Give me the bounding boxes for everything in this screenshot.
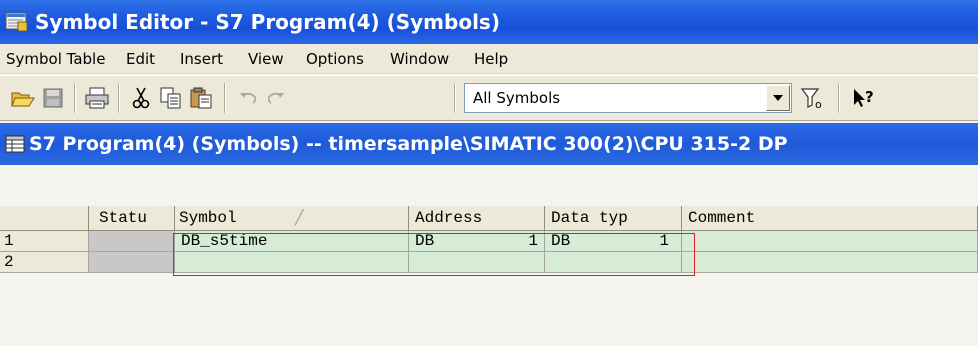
status-cell bbox=[89, 252, 175, 273]
undo-button[interactable] bbox=[236, 85, 262, 111]
filter-button[interactable]: o bbox=[800, 85, 826, 111]
row-header[interactable]: 2 bbox=[0, 252, 89, 273]
toolbar-separator bbox=[74, 83, 76, 113]
save-icon bbox=[43, 88, 63, 108]
copy-button[interactable] bbox=[158, 85, 184, 111]
menu-symbol-table[interactable]: Symbol Table bbox=[6, 44, 105, 74]
menu-bar: Symbol Table Edit Insert View Options Wi… bbox=[0, 44, 978, 74]
copy-icon bbox=[160, 87, 181, 109]
menu-insert[interactable]: Insert bbox=[180, 44, 223, 74]
toolbar-separator bbox=[224, 83, 226, 113]
help-cursor-button[interactable]: ? bbox=[852, 85, 878, 111]
window-title: Symbol Editor - S7 Program(4) (Symbols) bbox=[35, 10, 500, 34]
undo-icon bbox=[240, 92, 257, 104]
symbol-filter-select[interactable]: All Symbols bbox=[464, 83, 792, 113]
cut-button[interactable] bbox=[128, 85, 154, 111]
column-header-symbol[interactable]: Symbol ╱ bbox=[175, 206, 409, 231]
menu-options[interactable]: Options bbox=[306, 44, 364, 74]
symbol-editor-icon bbox=[5, 12, 28, 32]
svg-text:o: o bbox=[815, 98, 822, 109]
open-icon bbox=[11, 92, 35, 107]
column-header-symbol-label: Symbol bbox=[179, 209, 237, 227]
sort-ascending-icon: ╱ bbox=[295, 210, 304, 226]
print-icon bbox=[85, 87, 109, 109]
row-header[interactable]: 1 bbox=[0, 231, 89, 252]
toolbar-separator bbox=[838, 83, 840, 113]
document-title: S7 Program(4) (Symbols) -- timersample\S… bbox=[29, 133, 788, 155]
print-button[interactable] bbox=[84, 85, 110, 111]
help-cursor-icon: ? bbox=[854, 88, 874, 107]
menu-view[interactable]: View bbox=[248, 44, 284, 74]
toolbar: All Symbols o ? bbox=[0, 75, 978, 121]
toolbar-separator bbox=[118, 83, 120, 113]
document-title-bar[interactable]: S7 Program(4) (Symbols) -- timersample\S… bbox=[0, 123, 978, 165]
column-header-address[interactable]: Address bbox=[409, 206, 545, 231]
column-header-status[interactable]: Statu bbox=[89, 206, 175, 231]
redo-icon bbox=[267, 92, 284, 104]
open-button[interactable] bbox=[10, 85, 36, 111]
menu-window[interactable]: Window bbox=[390, 44, 449, 74]
cut-icon bbox=[132, 87, 150, 109]
symbol-filter-value: All Symbols bbox=[473, 89, 561, 107]
svg-text:?: ? bbox=[865, 88, 874, 106]
comment-cell[interactable] bbox=[682, 231, 978, 252]
corner-header[interactable] bbox=[0, 206, 89, 231]
toolbar-separator bbox=[454, 83, 456, 113]
combo-dropdown-button[interactable] bbox=[766, 85, 790, 111]
column-header-data-type[interactable]: Data typ bbox=[545, 206, 682, 231]
window-title-bar[interactable]: Symbol Editor - S7 Program(4) (Symbols) bbox=[0, 0, 978, 44]
chevron-down-icon bbox=[773, 95, 783, 101]
menu-help[interactable]: Help bbox=[474, 44, 508, 74]
paste-button[interactable] bbox=[188, 85, 214, 111]
filter-icon: o bbox=[801, 88, 822, 109]
menu-edit[interactable]: Edit bbox=[126, 44, 155, 74]
column-header-comment[interactable]: Comment bbox=[682, 206, 978, 231]
paste-icon bbox=[190, 87, 212, 109]
redo-button[interactable] bbox=[262, 85, 288, 111]
status-cell bbox=[89, 231, 175, 252]
save-button[interactable] bbox=[40, 85, 66, 111]
highlight-annotation-box bbox=[173, 233, 695, 276]
comment-cell[interactable] bbox=[682, 252, 978, 273]
symbol-table-icon bbox=[5, 135, 25, 153]
